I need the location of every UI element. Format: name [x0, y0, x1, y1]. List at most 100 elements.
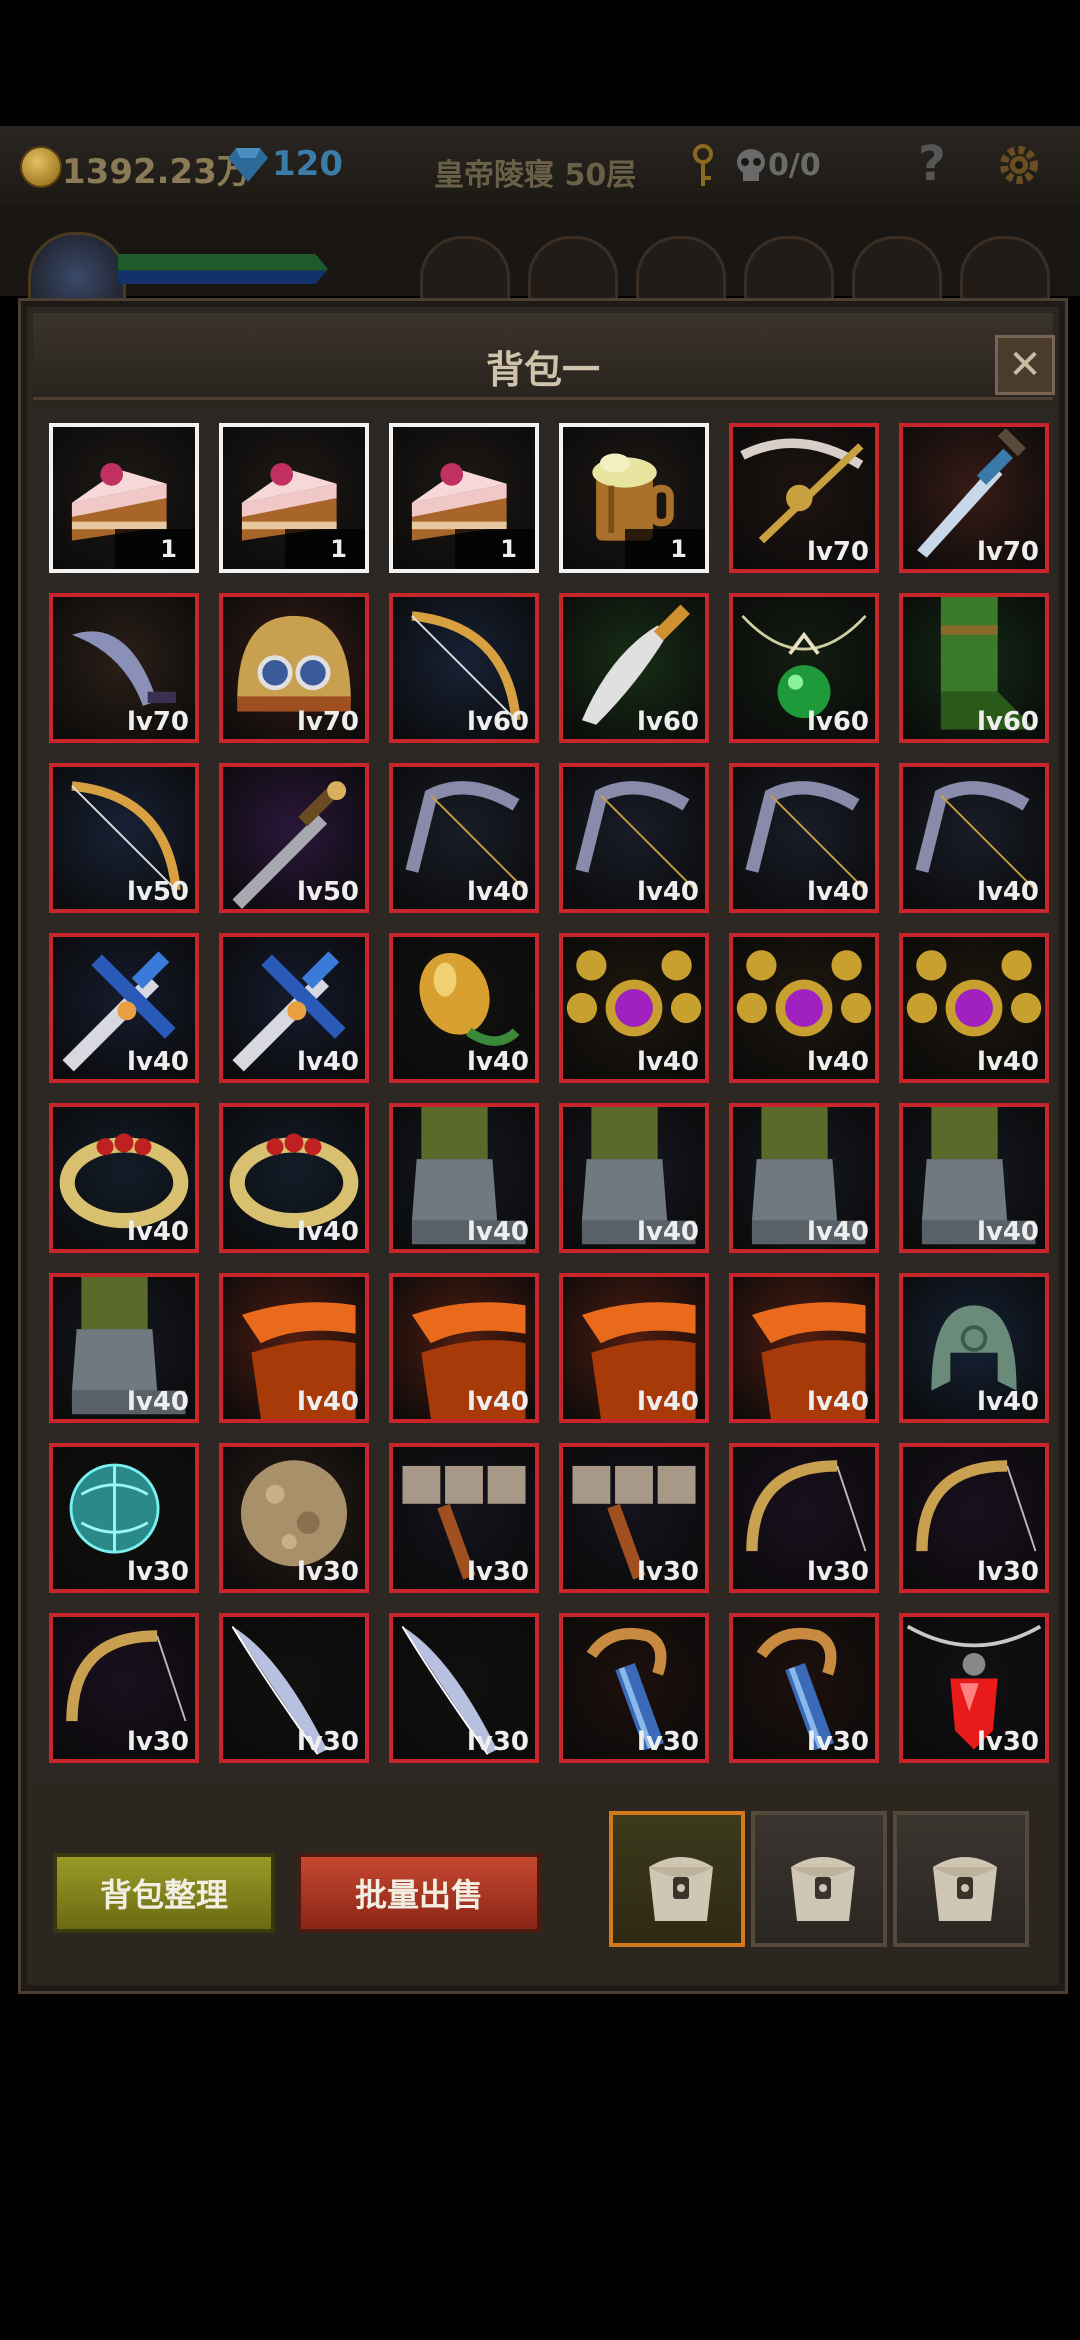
inventory-slot-blue-sword[interactable]: lv40 [49, 933, 199, 1083]
inventory-slot-gold-necklace[interactable]: lv40 [729, 933, 879, 1083]
item-level: lv30 [296, 1557, 359, 1587]
item-level: lv30 [466, 1727, 529, 1757]
backpack-tab-1[interactable] [609, 1811, 745, 1947]
item-level: lv40 [466, 1047, 529, 1077]
item-level: lv30 [126, 1727, 189, 1757]
inventory-slot-gold-necklace[interactable]: lv40 [559, 933, 709, 1083]
inventory-slot-scimitar[interactable]: lv30 [389, 1613, 539, 1763]
item-level: lv40 [976, 877, 1039, 907]
gear-icon[interactable] [994, 140, 1044, 190]
inventory-slot-teal-orb[interactable]: lv30 [49, 1443, 199, 1593]
inventory-slot-gold-bow[interactable]: lv30 [899, 1443, 1049, 1593]
inventory-slot-green-amulet[interactable]: lv60 [729, 593, 879, 743]
backpack-panel: 背包一 ✕ 1 1 1 1 lv70 lv70 lv70 lv70 lv60 lv60 lv60 lv… [18, 298, 1068, 1994]
inventory-slot-armored-boots[interactable]: lv40 [559, 1103, 709, 1253]
item-level: lv30 [466, 1557, 529, 1587]
item-level: lv30 [806, 1727, 869, 1757]
inventory-slot-scimitar[interactable]: lv30 [219, 1613, 369, 1763]
inventory-slot-bow[interactable]: lv50 [49, 763, 199, 913]
inventory-slot-orange-cloak[interactable]: lv40 [389, 1273, 539, 1423]
skull-icon [737, 149, 765, 181]
item-level: lv40 [806, 1387, 869, 1417]
dungeon-floor-label: 皇帝陵寝 50层 [434, 158, 637, 193]
item-quantity: 1 [285, 529, 365, 569]
inventory-slot-gold-bow[interactable]: lv30 [49, 1613, 199, 1763]
backpack-tab-3[interactable] [893, 1811, 1029, 1947]
inventory-slot-armored-boots[interactable]: lv40 [389, 1103, 539, 1253]
inventory-slot-armored-boots[interactable]: lv40 [729, 1103, 879, 1253]
hero-health-bar [118, 254, 328, 284]
bulk-sell-button[interactable]: 批量出售 [297, 1853, 541, 1933]
inventory-slot-horn-staff[interactable]: lv30 [729, 1613, 879, 1763]
hero-portrait[interactable] [28, 232, 126, 308]
item-level: lv40 [126, 1217, 189, 1247]
item-level: lv40 [466, 877, 529, 907]
item-quantity: 1 [455, 529, 535, 569]
inventory-slot-stone-ball[interactable]: lv30 [219, 1443, 369, 1593]
sort-backpack-button[interactable]: 背包整理 [53, 1853, 275, 1933]
inventory-slot-war-hammer[interactable]: lv30 [389, 1443, 539, 1593]
help-button[interactable]: ? [918, 136, 946, 192]
inventory-slot-gold-bow[interactable]: lv30 [729, 1443, 879, 1593]
inventory-slot-orange-cloak[interactable]: lv40 [559, 1273, 709, 1423]
top-resource-bar: 1392.23万 120 皇帝陵寝 50层 0/0 ? [0, 126, 1080, 206]
inventory-slot-horn-staff[interactable]: lv30 [559, 1613, 709, 1763]
item-level: lv40 [806, 877, 869, 907]
inventory-slot-purple-sword[interactable]: lv50 [219, 763, 369, 913]
inventory-slot-golden-fruit[interactable]: lv40 [389, 933, 539, 1083]
backpack-icon [933, 1857, 997, 1921]
backpack-tab-2[interactable] [751, 1811, 887, 1947]
item-level: lv30 [296, 1727, 359, 1757]
inventory-slot-dark-bow[interactable]: lv40 [729, 763, 879, 913]
item-level: lv50 [296, 877, 359, 907]
item-level: lv60 [466, 707, 529, 737]
inventory-slot-dagger[interactable]: lv70 [899, 423, 1049, 573]
inventory-slot-curved-knife[interactable]: lv60 [559, 593, 709, 743]
hero-equipment-strip [0, 206, 1080, 308]
item-level: lv30 [806, 1557, 869, 1587]
inventory-slot-blue-sword[interactable]: lv40 [219, 933, 369, 1083]
item-level: lv40 [296, 1387, 359, 1417]
item-level: lv70 [296, 707, 359, 737]
inventory-slot-orange-cloak[interactable]: lv40 [219, 1273, 369, 1423]
inventory-slot-dark-bow[interactable]: lv40 [559, 763, 709, 913]
inventory-slot-cake[interactable]: 1 [389, 423, 539, 573]
key-icon [693, 144, 713, 186]
inventory-slot-dark-bow[interactable]: lv40 [899, 763, 1049, 913]
item-level: lv40 [976, 1217, 1039, 1247]
item-level: lv40 [636, 877, 699, 907]
inventory-slot-war-hammer[interactable]: lv30 [559, 1443, 709, 1593]
backpack-icon [649, 1857, 713, 1921]
inventory-slot-orange-cloak[interactable]: lv40 [729, 1273, 879, 1423]
inventory-slot-green-boots[interactable]: lv60 [899, 593, 1049, 743]
item-level: lv40 [976, 1387, 1039, 1417]
inventory-slot-curved-dagger[interactable]: lv70 [49, 593, 199, 743]
panel-header: 背包一 ✕ [33, 313, 1055, 400]
item-level: lv40 [636, 1047, 699, 1077]
inventory-slot-ruby-ring[interactable]: lv40 [49, 1103, 199, 1253]
item-level: lv30 [636, 1727, 699, 1757]
item-level: lv30 [976, 1727, 1039, 1757]
inventory-slot-armored-boots[interactable]: lv40 [899, 1103, 1049, 1253]
item-level: lv60 [806, 707, 869, 737]
inventory-slot-ruby-pendant[interactable]: lv30 [899, 1613, 1049, 1763]
inventory-slot-armored-boots[interactable]: lv40 [49, 1273, 199, 1423]
item-level: lv40 [296, 1217, 359, 1247]
inventory-slot-beer-mug[interactable]: 1 [559, 423, 709, 573]
inventory-slot-ruby-ring[interactable]: lv40 [219, 1103, 369, 1253]
item-quantity: 1 [115, 529, 195, 569]
inventory-slot-bow[interactable]: lv60 [389, 593, 539, 743]
close-button[interactable]: ✕ [995, 335, 1055, 395]
item-level: lv30 [636, 1557, 699, 1587]
inventory-slot-goggle-helmet[interactable]: lv70 [219, 593, 369, 743]
inventory-slot-cake[interactable]: 1 [219, 423, 369, 573]
inventory-slot-gold-necklace[interactable]: lv40 [899, 933, 1049, 1083]
item-level: lv40 [806, 1047, 869, 1077]
inventory-slot-dark-bow[interactable]: lv40 [389, 763, 539, 913]
item-level: lv40 [466, 1217, 529, 1247]
item-level: lv40 [636, 1217, 699, 1247]
item-level: lv40 [466, 1387, 529, 1417]
inventory-slot-green-helmet[interactable]: lv40 [899, 1273, 1049, 1423]
inventory-slot-crossbow[interactable]: lv70 [729, 423, 879, 573]
inventory-slot-cake[interactable]: 1 [49, 423, 199, 573]
